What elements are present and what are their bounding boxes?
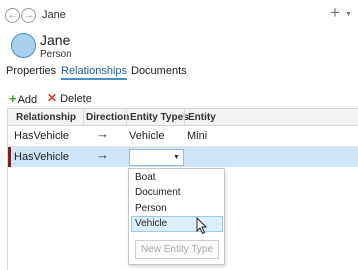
cell-relationship: HasVehicle <box>14 151 70 163</box>
avatar <box>11 33 36 58</box>
delete-button-label: Delete <box>60 93 92 105</box>
arrow-right-icon: → <box>96 126 109 141</box>
add-button-label: Add <box>17 94 38 106</box>
forward-arrow-icon[interactable]: → <box>21 8 36 23</box>
caret-down-icon[interactable]: ▼ <box>345 11 352 18</box>
x-icon: ✕ <box>47 91 58 105</box>
entity-type-combobox[interactable]: ▼ <box>129 149 184 166</box>
plus-icon[interactable]: + <box>330 3 340 23</box>
column-header-direction[interactable]: Direction <box>86 112 129 123</box>
cell-entity: Mini <box>187 130 208 142</box>
tab-documents[interactable]: Documents <box>131 65 187 77</box>
dropdown-option-boat[interactable]: Boat <box>135 172 156 183</box>
column-divider <box>126 109 127 126</box>
column-divider <box>83 109 84 126</box>
dropdown-option-document[interactable]: Document <box>135 187 181 198</box>
mouse-cursor-icon <box>196 217 208 235</box>
column-header-entity[interactable]: Entity <box>188 112 216 123</box>
entity-name: Jane <box>40 32 71 48</box>
caret-down-icon[interactable]: ▼ <box>173 154 180 161</box>
dropdown-option-vehicle[interactable]: Vehicle <box>135 218 167 229</box>
arrow-right-icon: → <box>96 147 109 162</box>
tab-properties[interactable]: Properties <box>6 65 56 77</box>
add-button[interactable]: +Add <box>9 91 37 106</box>
cell-entity-types: Vehicle <box>129 130 165 142</box>
tab-relationships[interactable]: Relationships <box>61 65 128 80</box>
table-row[interactable]: HasVehicle → Vehicle Mini <box>8 126 358 146</box>
new-entity-type-button[interactable]: New Entity Type <box>135 240 219 259</box>
plus-icon: + <box>9 91 17 106</box>
entity-type: Person <box>40 49 72 60</box>
cell-relationship: HasVehicle <box>14 130 70 142</box>
window-title: Jane <box>42 9 66 21</box>
grid-header: Relationship Direction Entity Types Enti… <box>8 109 358 126</box>
delete-button[interactable]: ✕ Delete <box>47 91 92 105</box>
title-bar: ← → Jane + ▼ <box>0 0 358 30</box>
entity-type-dropdown: Boat Document Person Vehicle New Entity … <box>128 168 225 265</box>
column-header-relationship[interactable]: Relationship <box>16 112 76 123</box>
dropdown-option-person[interactable]: Person <box>135 203 167 214</box>
back-arrow-icon[interactable]: ← <box>5 8 20 23</box>
row-edit-marker <box>8 147 11 167</box>
column-divider <box>184 109 185 126</box>
column-header-entity-types[interactable]: Entity Types <box>130 112 189 123</box>
